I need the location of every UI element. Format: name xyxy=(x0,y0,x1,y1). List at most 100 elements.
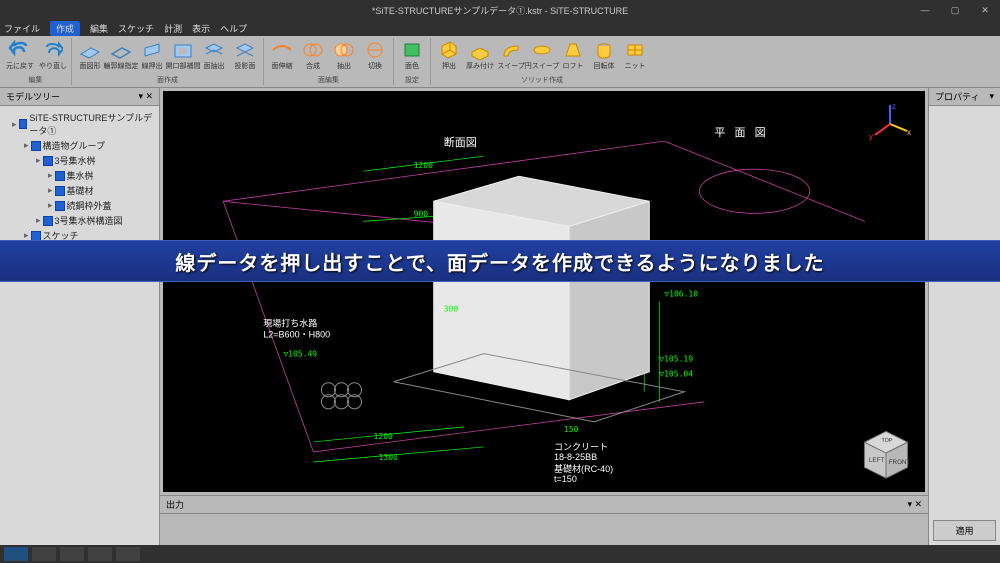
svg-text:▽105.19: ▽105.19 xyxy=(659,355,693,364)
panel-pin-icon[interactable]: ▾ ✕ xyxy=(138,91,153,102)
line-extrude-button[interactable]: 線押出 xyxy=(137,38,167,71)
output-panel: 出力 ▾ ✕ xyxy=(160,495,928,545)
checkbox-icon[interactable] xyxy=(43,156,53,166)
tree-item[interactable]: ▸基礎材 xyxy=(2,183,157,198)
ribbon-group-surface-create: 面図形 輪郭線指定 線押出 開口部補間 面抽出 投影面 面作成 xyxy=(72,38,264,85)
minimize-button[interactable]: — xyxy=(910,0,940,20)
tree-item[interactable]: ▸SiTE-STRUCTUREサンプルデータ① xyxy=(2,110,157,138)
menu-create[interactable]: 作成 xyxy=(50,21,80,36)
title-bar: *SiTE-STRUCTUREサンプルデータ①.kstr - SiTE-STRU… xyxy=(0,0,1000,20)
checkbox-icon[interactable] xyxy=(19,119,28,129)
cut-convert-button[interactable]: 切換 xyxy=(360,38,390,71)
workspace: モデルツリー ▾ ✕ ▸SiTE-STRUCTUREサンプルデータ①▸構造物グル… xyxy=(0,88,1000,545)
maximize-button[interactable]: ▢ xyxy=(940,0,970,20)
model-tree[interactable]: ▸SiTE-STRUCTUREサンプルデータ①▸構造物グループ▸3号集水桝▸集水… xyxy=(0,106,159,247)
status-seg[interactable] xyxy=(60,547,84,561)
project-button[interactable]: 投影面 xyxy=(230,38,260,71)
menu-help[interactable]: ヘルプ xyxy=(220,22,247,35)
status-seg[interactable] xyxy=(88,547,112,561)
surface-button[interactable]: 面図形 xyxy=(75,38,105,71)
checkbox-icon[interactable] xyxy=(43,216,53,226)
svg-text:y: y xyxy=(869,132,873,141)
section-title: 断面図 xyxy=(444,135,477,149)
model-tree-panel: モデルツリー ▾ ✕ ▸SiTE-STRUCTUREサンプルデータ①▸構造物グル… xyxy=(0,88,160,545)
undo-button[interactable]: 元に戻す xyxy=(3,38,37,71)
knit-icon xyxy=(623,38,647,62)
thicken-button[interactable]: 厚み付け xyxy=(465,38,495,71)
thick-icon xyxy=(468,38,492,62)
svg-text:1300: 1300 xyxy=(379,453,398,462)
viewport-3d[interactable]: 断面図 平 面 図 1200 900 300 1200 1300 150 ▽10… xyxy=(163,91,925,492)
knit-button[interactable]: ニット xyxy=(620,38,650,71)
svg-text:z: z xyxy=(892,102,896,111)
face-ext-button[interactable]: 面伸縮 xyxy=(267,38,297,71)
menu-file[interactable]: ファイル xyxy=(4,22,40,35)
tree-label: 集水桝 xyxy=(67,169,94,182)
opening-icon xyxy=(171,38,195,62)
face-color-button[interactable]: 面色 xyxy=(397,38,427,71)
svg-text:150: 150 xyxy=(564,425,579,434)
tree-item[interactable]: ▸構造物グループ xyxy=(2,138,157,153)
center-area: 断面図 平 面 図 1200 900 300 1200 1300 150 ▽10… xyxy=(160,88,928,545)
drawing-canvas: 断面図 平 面 図 1200 900 300 1200 1300 150 ▽10… xyxy=(163,91,925,492)
tree-label: 3号集水桝構造図 xyxy=(55,214,123,227)
status-seg[interactable] xyxy=(116,547,140,561)
loft-icon xyxy=(561,38,585,62)
tree-item[interactable]: ▸集水桝 xyxy=(2,168,157,183)
tree-item[interactable]: ▸3号集水桝構造図 xyxy=(2,213,157,228)
svg-text:L2=B600・H800: L2=B600・H800 xyxy=(263,330,330,340)
loft-button[interactable]: ロフト xyxy=(558,38,588,71)
close-button[interactable]: ✕ xyxy=(970,0,1000,20)
compose-button[interactable]: 合成 xyxy=(298,38,328,71)
tree-item[interactable]: ▸3号集水桝 xyxy=(2,153,157,168)
output-pin-icon[interactable]: ▾ ✕ xyxy=(907,499,922,510)
svg-text:900: 900 xyxy=(414,209,429,218)
menu-measure[interactable]: 計測 xyxy=(164,22,182,35)
push-button[interactable]: 押出 xyxy=(434,38,464,71)
extract2-button[interactable]: 抽出 xyxy=(329,38,359,71)
revolve-button[interactable]: 回転体 xyxy=(589,38,619,71)
checkbox-icon[interactable] xyxy=(31,141,41,151)
svg-text:基礎材(RC-40): 基礎材(RC-40) xyxy=(554,463,613,474)
properties-pin-icon[interactable]: ▾ xyxy=(989,91,994,102)
status-seg[interactable] xyxy=(32,547,56,561)
apply-button[interactable]: 適用 xyxy=(933,520,996,541)
plan-title: 平 面 図 xyxy=(714,126,768,139)
tree-item[interactable]: ▸続鋼枠外蓋 xyxy=(2,198,157,213)
checkbox-icon[interactable] xyxy=(55,171,65,181)
axis-triad: z x y xyxy=(867,101,913,147)
csweep-button[interactable]: 円スイープ xyxy=(527,38,557,71)
nav-cube[interactable]: LEFT FRONT TOP xyxy=(859,426,913,480)
ribbon-group-edit: 元に戻す やり直し 編集 xyxy=(0,38,72,85)
push-icon xyxy=(437,38,461,62)
edge-icon xyxy=(109,38,133,62)
svg-text:▽106.10: ▽106.10 xyxy=(664,290,698,299)
opening-button[interactable]: 開口部補間 xyxy=(168,38,198,71)
redo-button[interactable]: やり直し xyxy=(38,38,68,71)
svg-text:x: x xyxy=(907,128,911,137)
subtitle-banner: 線データを押し出すことで、面データを作成できるようになりました xyxy=(0,240,1000,282)
svg-text:1200: 1200 xyxy=(414,161,433,170)
output-title: 出力 xyxy=(166,498,184,511)
checkbox-icon[interactable] xyxy=(55,201,65,211)
edge-button[interactable]: 輪郭線指定 xyxy=(106,38,136,71)
ribbon: 元に戻す やり直し 編集 面図形 輪郭線指定 線押出 開口部補間 面抽出 投影面… xyxy=(0,36,1000,88)
ext2-icon xyxy=(332,38,356,62)
project-icon xyxy=(233,38,257,62)
output-header: 出力 ▾ ✕ xyxy=(160,496,928,514)
menu-edit[interactable]: 編集 xyxy=(90,22,108,35)
ribbon-group-solid: 押出 厚み付け スイープ 円スイープ ロフト 回転体 ニット ソリッド作成 xyxy=(431,38,653,85)
surface-extract-button[interactable]: 面抽出 xyxy=(199,38,229,71)
menu-sketch[interactable]: スケッチ xyxy=(118,22,154,35)
undo-icon xyxy=(8,38,32,62)
ribbon-group-setting: 面色 設定 xyxy=(394,38,431,85)
surfext-icon xyxy=(202,38,226,62)
checkbox-icon[interactable] xyxy=(31,231,41,241)
sweep-button[interactable]: スイープ xyxy=(496,38,526,71)
checkbox-icon[interactable] xyxy=(55,186,65,196)
banner-text: 線データを押し出すことで、面データを作成できるようになりました xyxy=(175,247,824,276)
cutconv-icon xyxy=(363,38,387,62)
fext-icon xyxy=(270,38,294,62)
status-seg[interactable] xyxy=(4,547,28,561)
menu-view[interactable]: 表示 xyxy=(192,22,210,35)
